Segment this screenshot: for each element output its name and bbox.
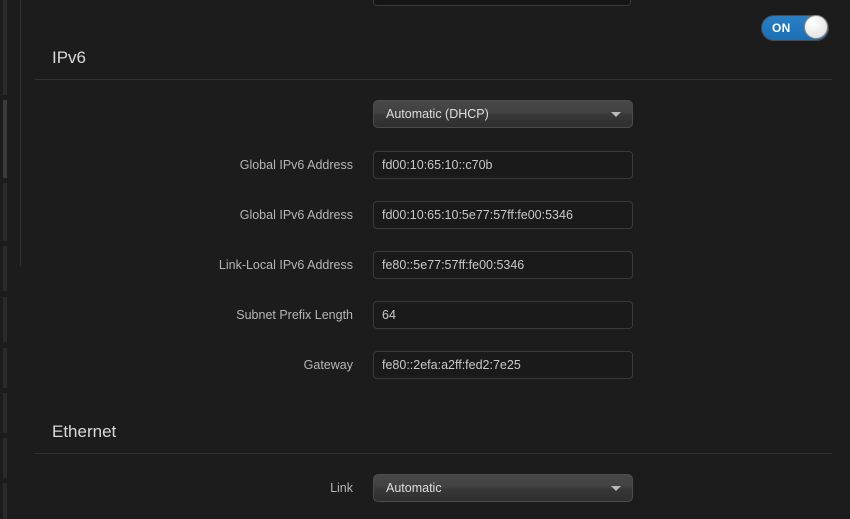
- input-gateway[interactable]: [373, 351, 633, 379]
- row-ipv6-method: Automatic (DHCP): [0, 100, 850, 128]
- input-global-ipv6-address-1[interactable]: [373, 151, 633, 179]
- settings-content-pane: ON IPv6 Automatic (DHCP) Global IPv6 Add…: [0, 0, 850, 519]
- input-link-local-ipv6-address[interactable]: [373, 251, 633, 279]
- ipv6-method-select[interactable]: Automatic (DHCP): [373, 100, 633, 128]
- ipv6-method-value: Automatic (DHCP): [386, 101, 489, 127]
- label-link-local-ipv6-address: Link-Local IPv6 Address: [0, 251, 353, 279]
- section-divider-ethernet: [35, 453, 832, 454]
- row-subnet-prefix-length: Subnet Prefix Length: [0, 301, 850, 329]
- label-ethernet-link: Link: [0, 474, 353, 502]
- clipped-text-field-above[interactable]: [373, 0, 631, 6]
- ethernet-link-select[interactable]: Automatic: [373, 474, 633, 502]
- ethernet-link-value: Automatic: [386, 475, 442, 501]
- row-global-ipv6-address-2: Global IPv6 Address: [0, 201, 850, 229]
- label-subnet-prefix-length: Subnet Prefix Length: [0, 301, 353, 329]
- row-link-local-ipv6-address: Link-Local IPv6 Address: [0, 251, 850, 279]
- section-title-ipv6: IPv6: [52, 48, 86, 68]
- chevron-down-icon: [611, 112, 621, 117]
- label-global-ipv6-address-2: Global IPv6 Address: [0, 201, 353, 229]
- input-global-ipv6-address-2[interactable]: [373, 201, 633, 229]
- toggle-state-label: ON: [772, 16, 791, 40]
- row-global-ipv6-address-1: Global IPv6 Address: [0, 151, 850, 179]
- row-ethernet-link: Link Automatic: [0, 474, 850, 502]
- section-title-ethernet: Ethernet: [52, 422, 116, 442]
- ipv6-enable-toggle[interactable]: ON: [761, 15, 829, 41]
- input-subnet-prefix-length[interactable]: [373, 301, 633, 329]
- chevron-down-icon: [611, 486, 621, 491]
- row-gateway: Gateway: [0, 351, 850, 379]
- label-gateway: Gateway: [0, 351, 353, 379]
- label-global-ipv6-address-1: Global IPv6 Address: [0, 151, 353, 179]
- toggle-knob: [804, 15, 828, 39]
- section-divider-ipv6: [35, 79, 832, 80]
